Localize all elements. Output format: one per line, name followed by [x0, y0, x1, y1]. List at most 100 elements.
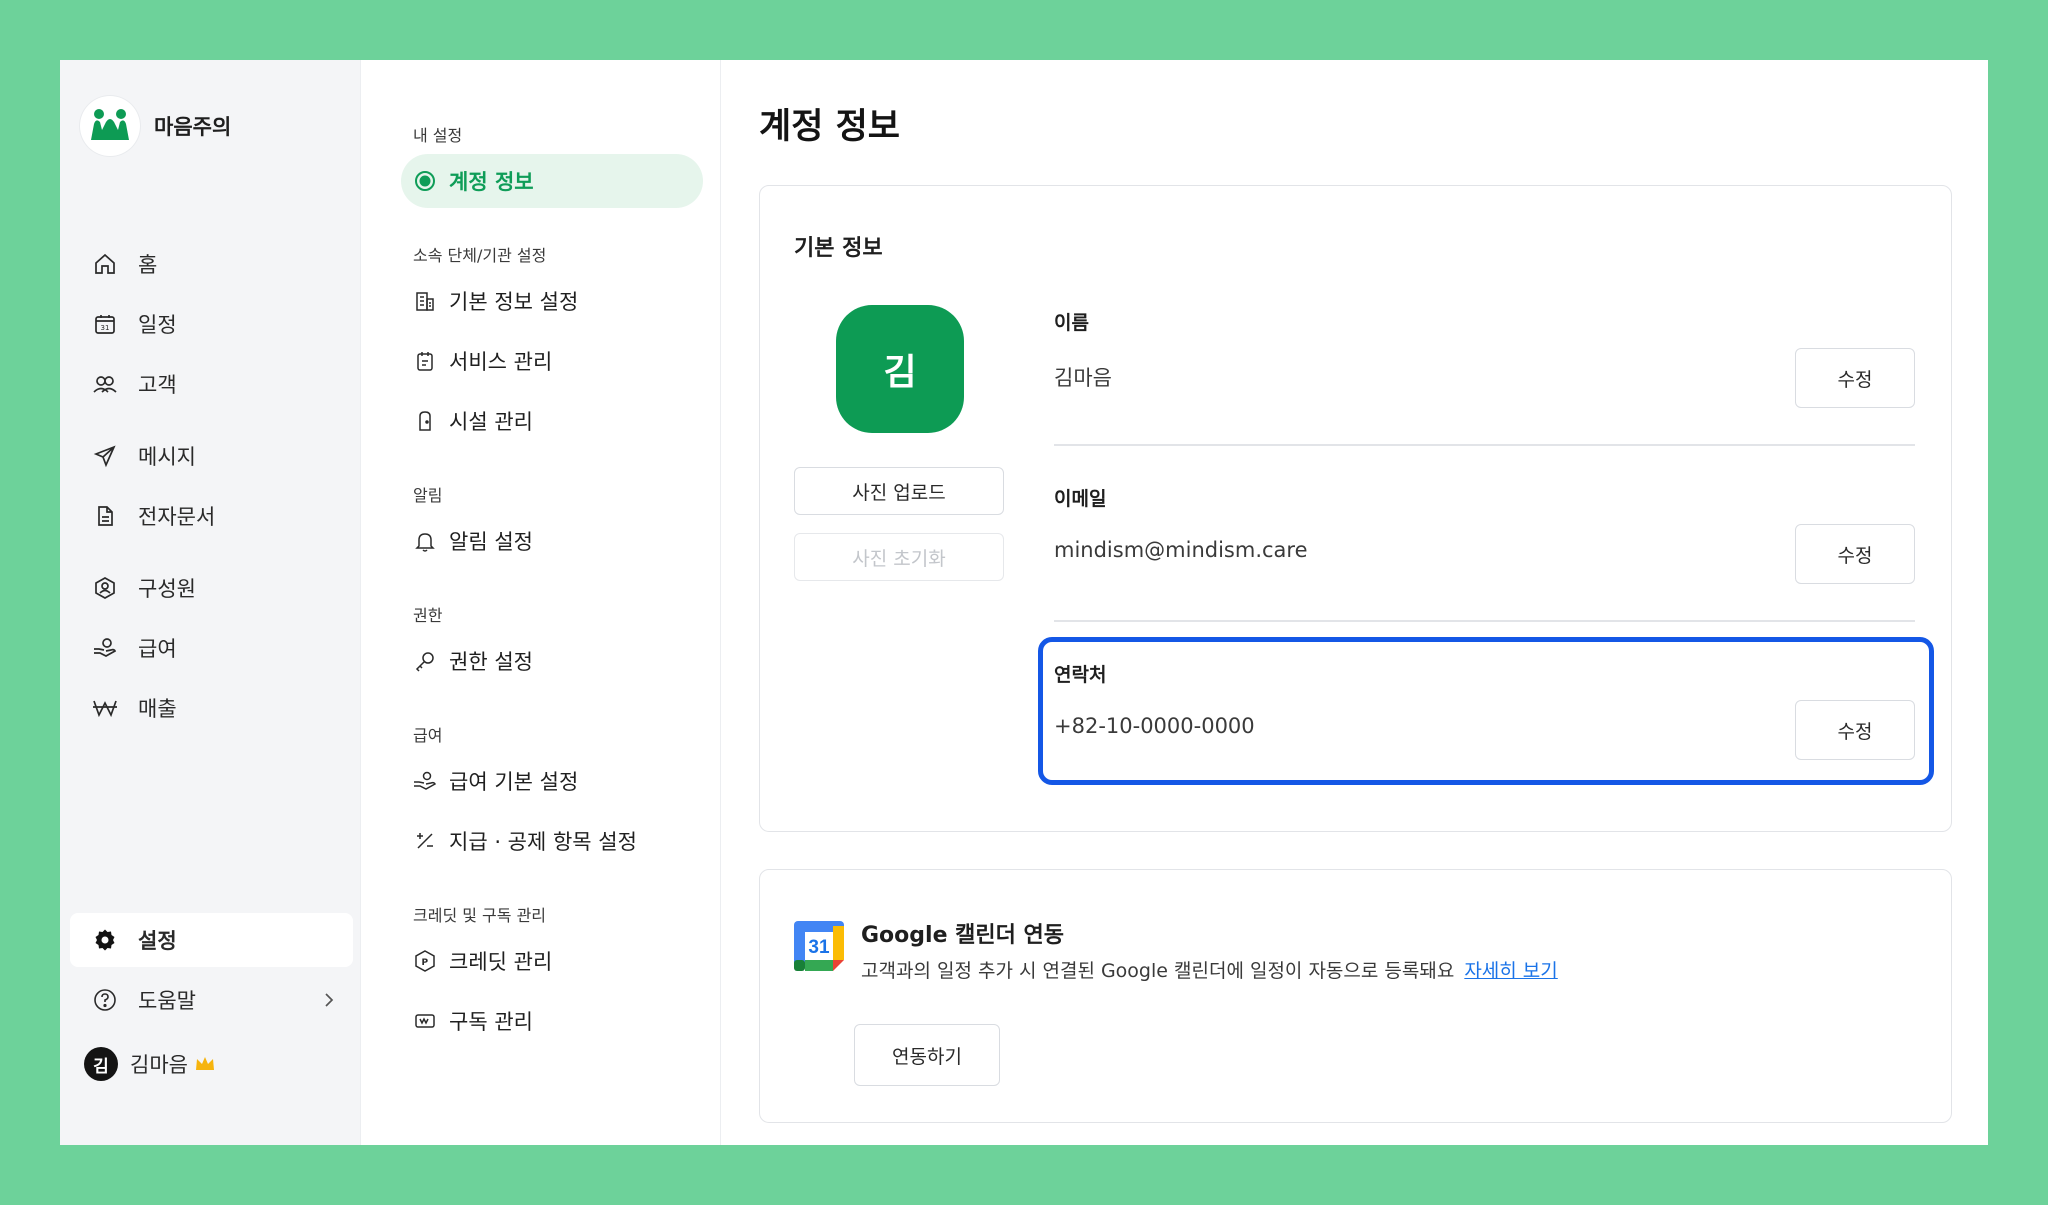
user-name: 김마음 — [130, 1053, 188, 1077]
photo-reset-button[interactable]: 사진 초기화 — [794, 533, 1004, 581]
svg-text:P: P — [422, 958, 429, 968]
edit-phone-button[interactable]: 수정 — [1795, 700, 1915, 760]
brand-name: 마음주의 — [154, 115, 232, 139]
menu-item-label: 지급 · 공제 항목 설정 — [449, 830, 637, 854]
nav-item-messages[interactable]: 메시지 — [70, 429, 353, 483]
brand-logo — [80, 96, 140, 156]
name-value: 김마음 — [1054, 366, 1112, 390]
email-label: 이메일 — [1054, 488, 1107, 510]
section-title-perm: 권한 — [413, 606, 443, 625]
salary-icon — [92, 635, 118, 661]
email-value: mindism@mindism.care — [1054, 538, 1308, 562]
section-title-credit: 크레딧 및 구독 관리 — [413, 906, 547, 925]
calendar-icon: 31 — [92, 311, 118, 337]
building-icon — [413, 289, 437, 313]
nav-item-label: 설정 — [138, 929, 177, 953]
menu-item-label: 크레딧 관리 — [449, 950, 553, 974]
nav-item-help[interactable]: 도움말 — [70, 973, 353, 1027]
nav-item-label: 매출 — [138, 697, 177, 721]
menu-item-subscription[interactable]: 구독 관리 — [401, 994, 703, 1048]
key-icon — [413, 649, 437, 673]
nav-item-settings[interactable]: 설정 — [70, 913, 353, 967]
nav-item-label: 일정 — [138, 313, 177, 337]
menu-item-pay-deduct[interactable]: 지급 · 공제 항목 설정 — [401, 814, 703, 868]
users-icon — [92, 371, 118, 397]
send-icon — [92, 443, 118, 469]
nav-item-label: 급여 — [138, 637, 177, 661]
avatar: 김 — [84, 1047, 118, 1081]
menu-item-label: 급여 기본 설정 — [449, 770, 579, 794]
menu-item-perm-setting[interactable]: 권한 설정 — [401, 634, 703, 688]
nav-item-sales[interactable]: 매출 — [70, 681, 353, 735]
plus-minus-icon — [413, 829, 437, 853]
calendar-day-number: 31 — [808, 937, 830, 958]
card-title: 기본 정보 — [794, 236, 883, 261]
edit-name-button[interactable]: 수정 — [1795, 348, 1915, 408]
nav-item-label: 도움말 — [138, 989, 196, 1013]
phone-value: +82-10-0000-0000 — [1054, 714, 1255, 738]
help-icon — [92, 987, 118, 1013]
section-title-alert: 알림 — [413, 486, 443, 505]
menu-item-label: 기본 정보 설정 — [449, 290, 579, 314]
edit-email-button[interactable]: 수정 — [1795, 524, 1915, 584]
basic-info-card: 기본 정보 김 사진 업로드 사진 초기화 이름 김마음 수정 이메일 mind… — [759, 185, 1952, 832]
chevron-right-icon — [319, 988, 339, 1017]
nav-item-label: 메시지 — [138, 445, 196, 469]
divider — [1054, 444, 1915, 446]
home-icon — [92, 251, 118, 277]
google-calendar-icon: 31 — [794, 921, 844, 971]
google-calendar-card: 31 Google 캘린더 연동 고객과의 일정 추가 시 연결된 Google… — [759, 869, 1952, 1123]
description-text: 고객과의 일정 추가 시 연결된 Google 캘린더에 일정이 자동으로 등록… — [861, 960, 1455, 982]
account-icon — [413, 169, 437, 193]
menu-item-alert-setting[interactable]: 알림 설정 — [401, 514, 703, 568]
nav-item-clients[interactable]: 고객 — [70, 357, 353, 411]
user-profile[interactable]: 김 김마음 — [70, 1037, 353, 1091]
menu-item-account[interactable]: 계정 정보 — [401, 154, 703, 208]
nav-item-label: 구성원 — [138, 577, 196, 601]
nav-item-label: 홈 — [138, 253, 158, 277]
menu-item-label: 권한 설정 — [449, 650, 533, 674]
phone-label: 연락처 — [1054, 664, 1107, 686]
menu-item-label: 알림 설정 — [449, 530, 533, 554]
nav-item-label: 전자문서 — [138, 505, 216, 529]
name-label: 이름 — [1054, 312, 1089, 334]
nav-item-schedule[interactable]: 31 일정 — [70, 297, 353, 351]
door-icon — [413, 409, 437, 433]
page-title: 계정 정보 — [759, 107, 900, 147]
svg-text:31: 31 — [101, 324, 110, 332]
brand[interactable]: 마음주의 — [80, 96, 231, 156]
bell-icon — [413, 529, 437, 553]
nav-item-home[interactable]: 홈 — [70, 237, 353, 291]
photo-upload-button[interactable]: 사진 업로드 — [794, 467, 1004, 515]
divider — [1054, 620, 1915, 622]
connect-button[interactable]: 연동하기 — [854, 1024, 1000, 1086]
nav-item-label: 고객 — [138, 373, 177, 397]
menu-item-label: 시설 관리 — [449, 410, 533, 434]
profile-avatar: 김 — [836, 305, 964, 433]
subscription-icon — [413, 1009, 437, 1033]
main-content: 계정 정보 기본 정보 김 사진 업로드 사진 초기화 이름 김마음 수정 이메… — [721, 60, 1988, 1145]
crown-icon — [194, 1055, 216, 1073]
sidebar: 마음주의 홈 31 일정 고객 메시지 전자문서 구성원 급여 매출 설정 도움… — [60, 60, 361, 1145]
member-icon — [92, 575, 118, 601]
menu-item-label: 계정 정보 — [449, 170, 534, 194]
menu-item-basic-info[interactable]: 기본 정보 설정 — [401, 274, 703, 328]
menu-item-service[interactable]: 서비스 관리 — [401, 334, 703, 388]
section-title-salary: 급여 — [413, 726, 443, 745]
google-calendar-title: Google 캘린더 연동 — [861, 923, 1065, 948]
app-window: 마음주의 홈 31 일정 고객 메시지 전자문서 구성원 급여 매출 설정 도움… — [60, 60, 1988, 1145]
section-title-my: 내 설정 — [413, 126, 463, 145]
menu-item-credit[interactable]: P 크레딧 관리 — [401, 934, 703, 988]
learn-more-link[interactable]: 자세히 보기 — [1464, 960, 1557, 982]
menu-item-salary-basic[interactable]: 급여 기본 설정 — [401, 754, 703, 808]
nav-item-members[interactable]: 구성원 — [70, 561, 353, 615]
salary-icon — [413, 769, 437, 793]
settings-menu: 내 설정 계정 정보 소속 단체/기관 설정 기본 정보 설정 서비스 관리 시… — [361, 60, 721, 1145]
menu-item-facility[interactable]: 시설 관리 — [401, 394, 703, 448]
google-calendar-description: 고객과의 일정 추가 시 연결된 Google 캘린더에 일정이 자동으로 등록… — [861, 956, 1558, 983]
section-title-org: 소속 단체/기관 설정 — [413, 246, 547, 265]
nav-item-salary[interactable]: 급여 — [70, 621, 353, 675]
won-icon — [92, 695, 118, 721]
gear-icon — [92, 927, 118, 953]
nav-item-documents[interactable]: 전자문서 — [70, 489, 353, 543]
